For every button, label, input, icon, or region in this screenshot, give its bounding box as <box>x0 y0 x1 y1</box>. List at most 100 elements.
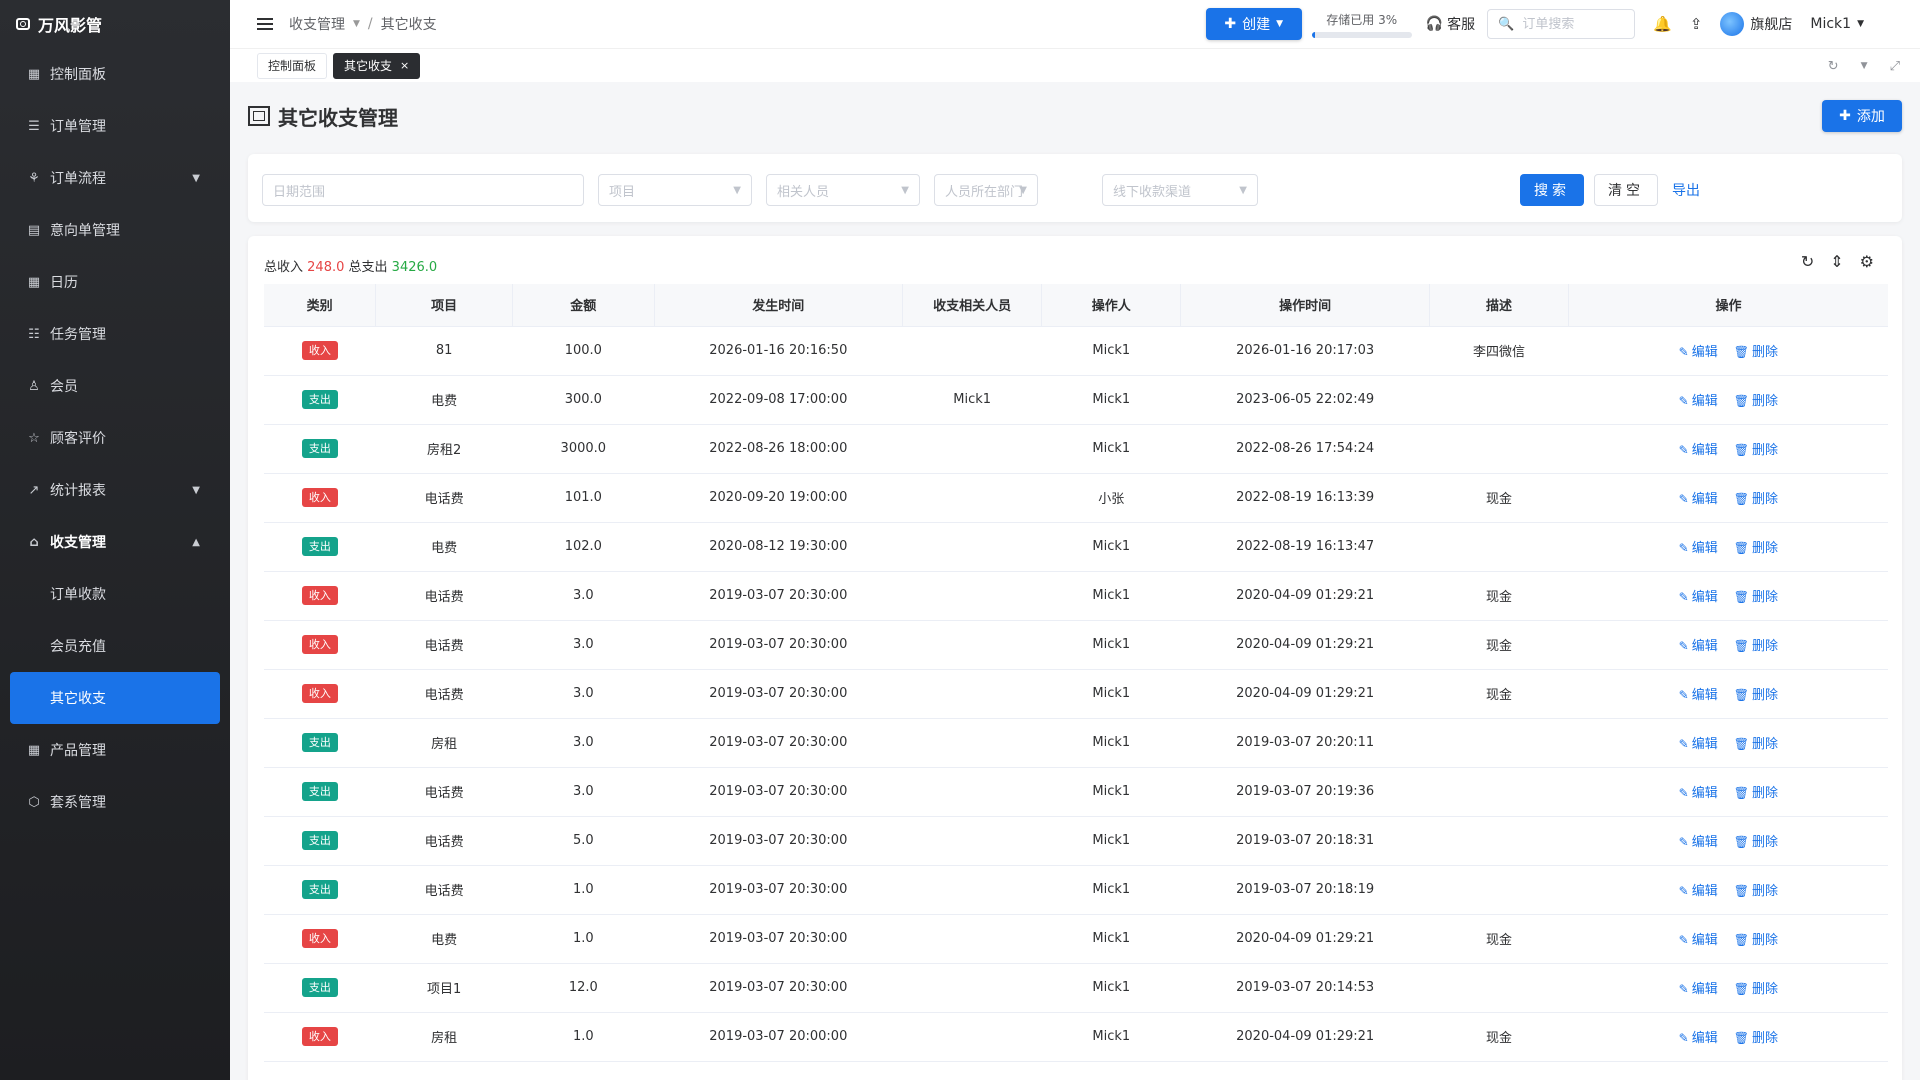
delete-button[interactable]: 🗑 删除 <box>1734 933 1778 948</box>
channel-select[interactable]: 线下收款渠道 ▼ <box>1102 174 1258 206</box>
edit-button[interactable]: ✎ 编辑 <box>1679 933 1718 948</box>
breadcrumb-item[interactable]: 收支管理 <box>289 14 345 34</box>
sidebar-item[interactable]: ▦ 产品管理 <box>0 724 230 776</box>
sidebar-item[interactable]: 会员充值 <box>0 620 230 672</box>
edit-button[interactable]: ✎ 编辑 <box>1679 590 1718 605</box>
delete-button[interactable]: 🗑 删除 <box>1734 982 1778 997</box>
order-search-input[interactable] <box>1522 16 1623 32</box>
expense-tag: 支出 <box>301 390 338 409</box>
customer-service-button[interactable]: 🎧 客服 <box>1426 14 1475 34</box>
trash-icon: 🗑 <box>1733 884 1749 898</box>
delete-button[interactable]: 🗑 删除 <box>1734 1031 1778 1046</box>
breadcrumb: 收支管理 ▼ / 其它收支 <box>289 14 437 34</box>
edit-button[interactable]: ✎ 编辑 <box>1679 737 1718 752</box>
tab-item[interactable]: 其它收支 × <box>333 52 421 79</box>
edit-button[interactable]: ✎ 编辑 <box>1679 443 1718 458</box>
settings-icon[interactable]: ⚙ <box>1860 252 1874 271</box>
delete-button[interactable]: 🗑 删除 <box>1734 345 1778 360</box>
sidebar-item[interactable]: ☷ 任务管理 <box>0 308 230 360</box>
chevron-down-icon: ▼ <box>353 19 360 29</box>
edit-button[interactable]: ✎ 编辑 <box>1679 541 1718 556</box>
edit-button[interactable]: ✎ 编辑 <box>1679 835 1718 850</box>
edit-button[interactable]: ✎ 编辑 <box>1679 492 1718 507</box>
sidebar-item[interactable]: ↗ 统计报表 ▼ <box>0 464 230 516</box>
edit-button[interactable]: ✎ 编辑 <box>1679 1031 1718 1046</box>
delete-label: 删除 <box>1751 639 1778 654</box>
sidebar-item-label: 会员 <box>50 379 78 395</box>
edit-button[interactable]: ✎ 编辑 <box>1679 345 1718 360</box>
records-card: 总收入 248.0 总支出 3426.0 ↻ ⇕ ⚙ 类别 项目 金额 发生时间 收支相… <box>248 236 1902 1080</box>
upload-icon[interactable]: ⇪ <box>1690 15 1703 33</box>
store-switcher[interactable]: 旗舰店 <box>1720 12 1792 36</box>
edit-button[interactable]: ✎ 编辑 <box>1679 786 1718 801</box>
refresh-icon[interactable]: ↻ <box>1801 252 1814 271</box>
add-button[interactable]: ✚ 添加 <box>1822 100 1902 132</box>
clear-button[interactable]: 清空 <box>1594 174 1658 206</box>
edit-button[interactable]: ✎ 编辑 <box>1679 884 1718 899</box>
sidebar-item[interactable]: ⬡ 套系管理 <box>0 776 230 828</box>
search-button[interactable]: 搜索 <box>1520 174 1584 206</box>
table-row: 收入 电话费 3.0 2019-03-07 20:30:00 Mick1 2020-04-… <box>264 571 1888 621</box>
delete-button[interactable]: 🗑 删除 <box>1734 541 1778 556</box>
occur-time-cell: 2026-01-16 20:16:50 <box>654 326 903 376</box>
sidebar-item[interactable]: ▤ 意向单管理 <box>0 204 230 256</box>
plus-icon: ✚ <box>1224 16 1237 32</box>
menu-fold-icon[interactable] <box>257 18 273 30</box>
date-range-picker[interactable]: 日期范围 <box>262 174 584 206</box>
edit-button[interactable]: ✎ 编辑 <box>1679 688 1718 703</box>
sidebar-item-label: 套系管理 <box>50 795 106 811</box>
sidebar-item[interactable]: ▦ 控制面板 <box>0 48 230 100</box>
actions-cell: ✎ 编辑 🗑 删除 <box>1568 424 1888 474</box>
description-cell <box>1429 865 1569 915</box>
refresh-icon[interactable]: ↻ <box>1828 59 1839 74</box>
sidebar-item[interactable]: ⌂ 收支管理 ▲ <box>0 516 230 568</box>
sidebar-item[interactable]: 订单收款 <box>0 568 230 620</box>
delete-button[interactable]: 🗑 删除 <box>1734 884 1778 899</box>
sidebar-item[interactable]: 其它收支 <box>10 672 220 724</box>
sidebar-item[interactable]: ⚘ 订单流程 ▼ <box>0 152 230 204</box>
delete-button[interactable]: 🗑 删除 <box>1734 737 1778 752</box>
delete-button[interactable]: 🗑 删除 <box>1734 590 1778 605</box>
sidebar-item[interactable]: ▦ 日历 <box>0 256 230 308</box>
amount-cell: 3.0 <box>512 669 654 719</box>
person-select[interactable]: 相关人员 ▼ <box>766 174 920 206</box>
chevron-up-icon: ▲ <box>192 536 200 548</box>
category-cell: 支出 <box>264 718 376 768</box>
actions-cell: ✎ 编辑 🗑 删除 <box>1568 914 1888 964</box>
chevron-down-icon[interactable]: ▼ <box>1861 61 1868 71</box>
delete-button[interactable]: 🗑 删除 <box>1734 835 1778 850</box>
delete-button[interactable]: 🗑 删除 <box>1734 394 1778 409</box>
edit-button[interactable]: ✎ 编辑 <box>1679 639 1718 654</box>
fullscreen-icon[interactable]: ⤢ <box>1890 59 1900 74</box>
delete-button[interactable]: 🗑 删除 <box>1734 492 1778 507</box>
column-height-icon[interactable]: ⇕ <box>1830 252 1843 271</box>
bell-icon[interactable]: 🔔 <box>1653 15 1672 33</box>
brand[interactable]: 万风影管 <box>0 0 230 48</box>
create-button[interactable]: ✚ 创建 ▼ <box>1205 8 1302 40</box>
delete-button[interactable]: 🗑 删除 <box>1734 639 1778 654</box>
trash-icon: 🗑 <box>1733 786 1749 800</box>
user-menu[interactable]: Mick1 ▼ <box>1810 16 1864 32</box>
export-link[interactable]: 导出 <box>1672 174 1700 206</box>
sidebar-item-label: 产品管理 <box>50 743 106 759</box>
edit-button[interactable]: ✎ 编辑 <box>1679 982 1718 997</box>
occur-time-cell: 2020-09-20 19:00:00 <box>654 473 903 523</box>
income-tag: 收入 <box>301 586 338 605</box>
delete-button[interactable]: 🗑 删除 <box>1734 443 1778 458</box>
sidebar-item[interactable]: ♙ 会员 <box>0 360 230 412</box>
delete-button[interactable]: 🗑 删除 <box>1734 786 1778 801</box>
tab-item[interactable]: 控制面板 <box>257 52 328 79</box>
edit-label: 编辑 <box>1691 786 1718 801</box>
sidebar-item[interactable]: ☰ 订单管理 <box>0 100 230 152</box>
grid-icon: ▦ <box>27 66 41 82</box>
close-icon[interactable]: × <box>400 59 409 72</box>
actions-cell: ✎ 编辑 🗑 删除 <box>1568 669 1888 719</box>
sidebar-item[interactable]: ☆ 顾客评价 <box>0 412 230 464</box>
department-select[interactable]: 人员所在部门 ▼ <box>934 174 1038 206</box>
sidebar-item-label: 订单收款 <box>50 587 106 603</box>
delete-button[interactable]: 🗑 删除 <box>1734 688 1778 703</box>
table-row: 支出 房租2 3000.0 2022-08-26 18:00:00 Mick1 2022-… <box>264 424 1888 474</box>
project-select[interactable]: 项目 ▼ <box>598 174 752 206</box>
filter-panel: 日期范围 项目 ▼ 相关人员 ▼ 人员所在部门 ▼ 线下收款渠道 ▼ 搜索 清空… <box>248 154 1902 222</box>
edit-button[interactable]: ✎ 编辑 <box>1679 394 1718 409</box>
